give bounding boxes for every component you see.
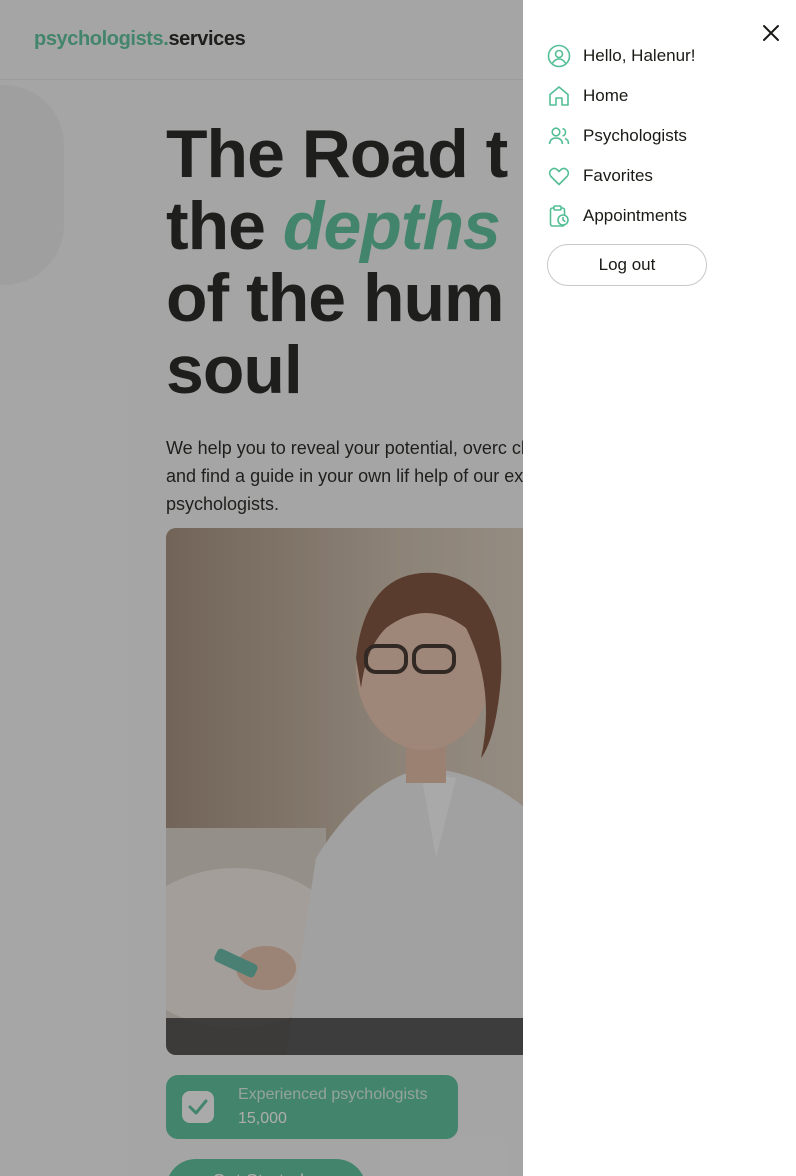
close-icon <box>763 25 779 41</box>
close-menu-button[interactable] <box>757 19 785 47</box>
logout-button[interactable]: Log out <box>547 244 707 286</box>
clipboard-clock-icon <box>547 204 571 228</box>
menu-item-label: Psychologists <box>583 126 687 145</box>
menu-item-appointments[interactable]: Appointments <box>547 202 687 230</box>
heart-icon <box>547 164 571 188</box>
home-icon <box>547 84 571 108</box>
menu-item-label: Appointments <box>583 206 687 225</box>
users-icon <box>547 124 571 148</box>
menu-item-psychologists[interactable]: Psychologists <box>547 122 687 150</box>
menu-item-label: Home <box>583 86 629 105</box>
user-greeting: Hello, Halenur! <box>547 42 695 70</box>
menu-item-favorites[interactable]: Favorites <box>547 162 653 190</box>
menu-item-home[interactable]: Home <box>547 82 628 110</box>
menu-item-label: Favorites <box>583 166 653 185</box>
greeting-text: Hello, Halenur! <box>583 46 696 65</box>
user-circle-icon <box>547 44 571 68</box>
